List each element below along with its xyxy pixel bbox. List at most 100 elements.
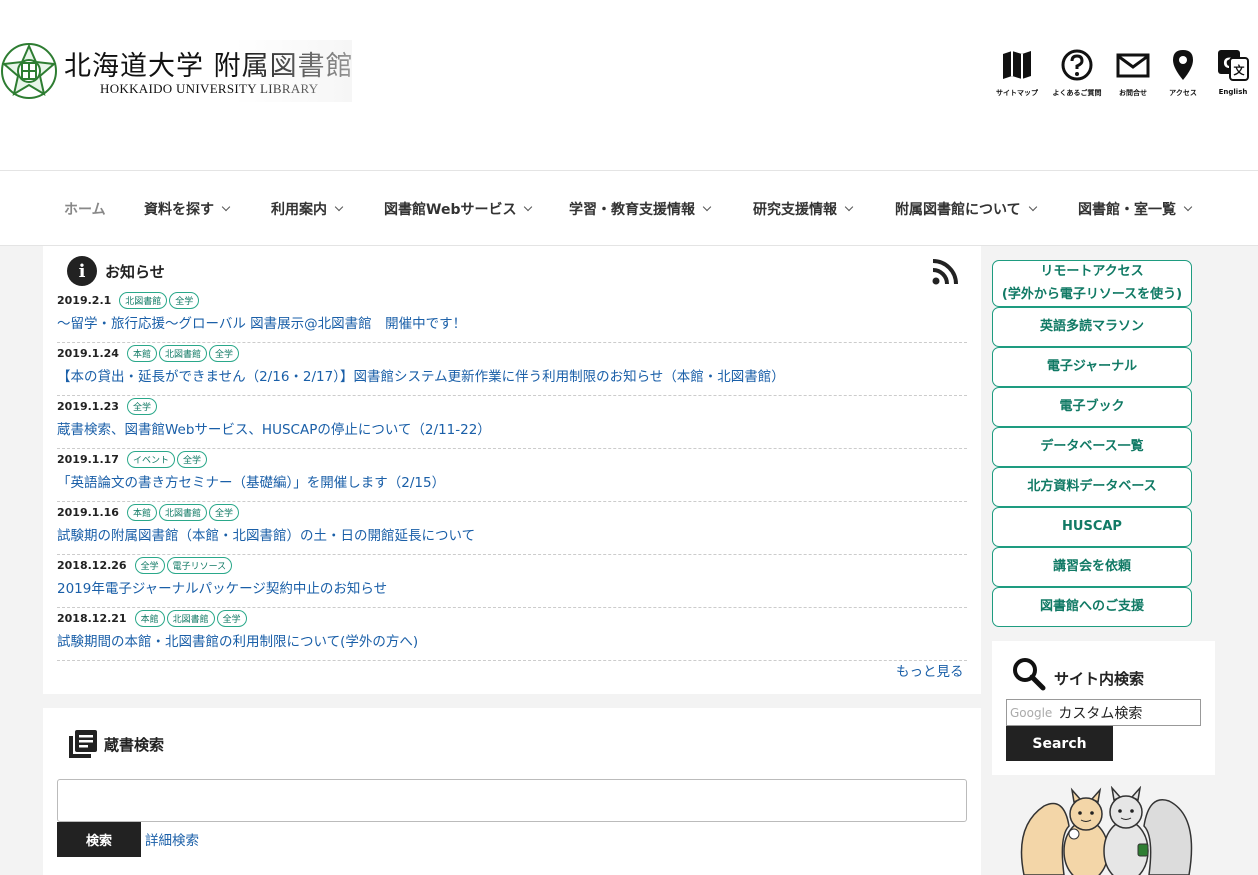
news-link[interactable]: 「英語論文の書き方セミナー（基礎編）」を開催します（2/15） — [57, 471, 445, 491]
google-watermark: Google — [1010, 705, 1053, 720]
sidebar-link-extensive-reading[interactable]: 英語多読マラソン — [992, 307, 1192, 347]
logo-title-en: HOKKAIDO UNIVERSITY LIBRARY — [100, 81, 319, 96]
sidebar-link-databases[interactable]: データベース一覧 — [992, 427, 1192, 467]
sidebar-link-label: リモートアクセス — [1040, 264, 1144, 280]
chevron-down-icon — [702, 202, 712, 212]
news-panel: i お知らせ 2019.2.1 北図書館 全学 〜留学・旅行応援〜グローバル 図書展示… — [43, 246, 981, 694]
nav-item-learning-support[interactable]: 学習・教育支援情報 — [569, 199, 712, 219]
news-item: 2018.12.26 全学 電子リソース 2019年電子ジャーナルパッケージ契約中止の… — [57, 555, 967, 608]
news-link[interactable]: 試験期の附属図書館（本館・北図書館）の土・日の開館延長について — [57, 524, 475, 544]
news-date: 2019.1.17 — [57, 452, 119, 466]
util-label: サイトマップ — [996, 89, 1038, 97]
sidebar-link-request-session[interactable]: 講習会を依頼 — [992, 547, 1192, 587]
news-tag[interactable]: イベント — [126, 450, 175, 468]
sidebar-link-support[interactable]: 図書館へのご支援 — [992, 587, 1192, 627]
faq-link[interactable]: よくあるご質問 — [1047, 48, 1107, 98]
news-link[interactable]: 試験期間の本館・北図書館の利用制限について(学外の方へ) — [57, 630, 418, 650]
sidebar-link-label: 講習会を依頼 — [1052, 558, 1131, 574]
news-link[interactable]: 蔵書検索、図書館Webサービス、HUSCAPの停止について（2/11-22） — [57, 418, 491, 438]
rss-icon[interactable] — [931, 258, 959, 286]
main-nav: ホーム 資料を探す 利用案内 図書館Webサービス 学習・教育支援情報 研究支援… — [0, 170, 1258, 246]
news-tag[interactable]: 本館 — [134, 609, 165, 627]
site-search-button[interactable]: Search — [1006, 726, 1113, 761]
sidebar-link-ebooks[interactable]: 電子ブック — [992, 387, 1192, 427]
nav-item-search-materials[interactable]: 資料を探す — [144, 199, 231, 219]
util-label: お問合せ — [1119, 89, 1147, 97]
news-header: i お知らせ — [67, 256, 165, 286]
util-label: English — [1218, 88, 1248, 96]
site-logo[interactable]: 北海道大学 附属図書館 HOKKAIDO UNIVERSITY LIBRARY — [0, 40, 353, 102]
news-tag[interactable]: 本館 — [126, 344, 157, 362]
sitemap-link[interactable]: サイトマップ — [987, 48, 1047, 98]
chevron-down-icon — [221, 202, 231, 212]
more-news-link[interactable]: もっと見る — [896, 660, 964, 680]
map-icon — [1003, 51, 1031, 79]
sidebar-link-text: リモートアクセス (学外から電子リソースを使う) — [1002, 261, 1182, 305]
news-tag[interactable]: 全学 — [176, 450, 207, 468]
nav-label: 研究支援情報 — [753, 202, 837, 218]
news-tag[interactable]: 全学 — [126, 397, 157, 415]
news-tag[interactable]: 全学 — [169, 291, 200, 309]
nav-label: 学習・教育支援情報 — [569, 202, 695, 218]
util-label: アクセス — [1169, 89, 1197, 97]
news-meta: 2019.1.17 イベント 全学 — [57, 449, 209, 469]
catalog-search-input[interactable] — [57, 779, 967, 822]
nav-label: 資料を探す — [144, 202, 214, 218]
news-tag[interactable]: 全学 — [208, 344, 239, 362]
news-meta: 2019.1.24 本館 北図書館 全学 — [57, 343, 241, 363]
news-date: 2019.1.23 — [57, 399, 119, 413]
sidebar-link-label: 北方資料データベース — [1027, 478, 1157, 494]
catalog-search-button[interactable]: 検索 — [57, 822, 141, 857]
news-tag[interactable]: 北図書館 — [166, 609, 215, 627]
news-tag[interactable]: 北図書館 — [119, 291, 168, 309]
sidebar-link-label: 図書館へのご支援 — [1039, 598, 1144, 614]
news-tag[interactable]: 電子リソース — [166, 556, 233, 574]
news-link[interactable]: 〜留学・旅行応援〜グローバル 図書展示@北図書館 開催中です！ — [57, 312, 466, 332]
info-icon: i — [67, 256, 97, 286]
sidebar-link-northern-db[interactable]: 北方資料データベース — [992, 467, 1192, 507]
news-item: 2019.1.17 イベント 全学「英語論文の書き方セミナー（基礎編）」を開催します… — [57, 449, 967, 502]
sidebar-link-huscap[interactable]: HUSCAP — [992, 507, 1192, 547]
site-search-input[interactable]: Google カスタム検索 — [1006, 699, 1201, 726]
location-pin-icon — [1173, 50, 1193, 80]
news-date: 2018.12.21 — [57, 611, 127, 625]
site-search-title: サイト内検索 — [1054, 670, 1145, 688]
nav-item-about[interactable]: 附属図書館について — [895, 199, 1037, 219]
chevron-down-icon — [844, 202, 854, 212]
news-link[interactable]: 【本の貸出・延長ができません（2/16・2/17）】図書館システム更新作業に伴う… — [57, 365, 785, 385]
advanced-search-link[interactable]: 詳細検索 — [145, 829, 199, 849]
news-date: 2019.1.24 — [57, 346, 119, 360]
nav-label: ホーム — [64, 202, 106, 218]
mascot-squirrels-image — [1020, 786, 1193, 875]
nav-item-home[interactable]: ホーム — [64, 199, 106, 219]
sidebar-link-label: HUSCAP — [1062, 518, 1122, 534]
english-link[interactable]: G 文 English — [1203, 48, 1258, 96]
sidebar-link-ejournals[interactable]: 電子ジャーナル — [992, 347, 1192, 387]
news-title: お知らせ — [105, 262, 165, 281]
news-date: 2019.1.16 — [57, 505, 119, 519]
university-emblem-icon — [1, 43, 57, 99]
news-meta: 2019.2.1 北図書館 全学 — [57, 290, 201, 310]
news-tag[interactable]: 北図書館 — [158, 344, 207, 362]
news-item: 2019.1.16 本館 北図書館 全学試験期の附属図書館（本館・北図書館）の土・日の… — [57, 502, 967, 555]
site-header: 北海道大学 附属図書館 HOKKAIDO UNIVERSITY LIBRARY … — [0, 0, 1258, 170]
news-tag[interactable]: 全学 — [216, 609, 247, 627]
news-tag[interactable]: 北図書館 — [158, 503, 207, 521]
news-link[interactable]: 2019年電子ジャーナルパッケージ契約中止のお知らせ — [57, 577, 387, 597]
nav-item-libraries[interactable]: 図書館・室一覧 — [1078, 199, 1193, 219]
sidebar-link-label: 英語多読マラソン — [1039, 318, 1144, 334]
catalog-icon — [69, 730, 97, 758]
sidebar-link-remote-access[interactable]: リモートアクセス (学外から電子リソースを使う) — [992, 260, 1192, 307]
nav-label: 利用案内 — [271, 202, 327, 218]
news-item: 2019.2.1 北図書館 全学 〜留学・旅行応援〜グローバル 図書展示@北図書館 開… — [57, 290, 967, 343]
catalog-title: 蔵書検索 — [104, 736, 165, 754]
util-label: よくあるご質問 — [1052, 89, 1102, 97]
news-item: 2019.1.23 全学蔵書検索、図書館Webサービス、HUSCAPの停止について… — [57, 396, 967, 449]
nav-item-research-support[interactable]: 研究支援情報 — [753, 199, 854, 219]
chevron-down-icon — [524, 202, 533, 212]
news-tag[interactable]: 本館 — [126, 503, 157, 521]
news-tag[interactable]: 全学 — [134, 556, 165, 574]
nav-item-guide[interactable]: 利用案内 — [271, 199, 344, 219]
news-tag[interactable]: 全学 — [208, 503, 239, 521]
nav-item-web-services[interactable]: 図書館Webサービス — [384, 199, 533, 219]
